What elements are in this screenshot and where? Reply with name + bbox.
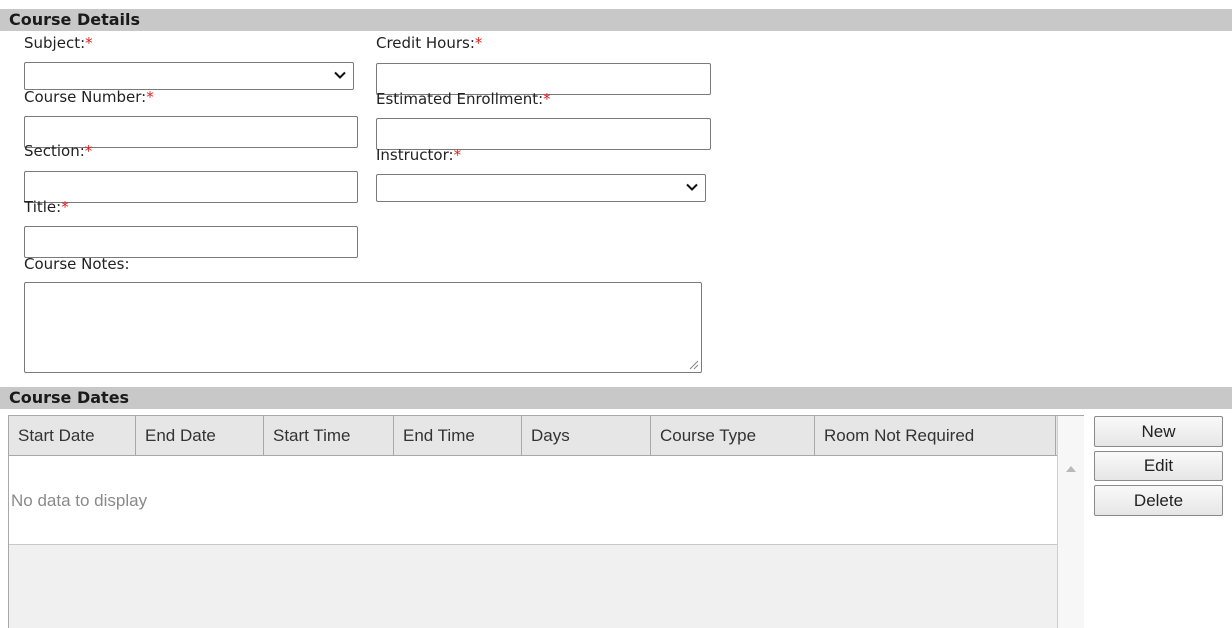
course-dates-grid: Start Date End Date Start Time End Time … [8,415,1084,628]
grid-body: No data to display [9,456,1057,545]
course-number-label-text: Course Number: [24,88,147,106]
column-header-start-date[interactable]: Start Date [9,416,136,455]
required-marker: * [85,34,93,52]
resize-grip-icon[interactable] [688,359,699,370]
column-header-room-not-required[interactable]: Room Not Required [815,416,1056,455]
estimated-enrollment-label: Estimated Enrollment:* [376,90,551,108]
course-notes-label-text: Course Notes: [24,255,130,273]
course-notes-label: Course Notes: [24,255,130,273]
title-input[interactable] [24,226,358,258]
instructor-label-text: Instructor: [376,146,454,164]
title-label-text: Title: [24,198,62,216]
scroll-up-arrow-icon[interactable] [1066,466,1076,472]
edit-button[interactable]: Edit [1094,451,1223,481]
credit-hours-label-text: Credit Hours: [376,34,475,52]
required-marker: * [146,88,154,106]
subject-label-text: Subject: [24,34,86,52]
required-marker: * [61,198,69,216]
empty-grid-message: No data to display [11,491,148,510]
subject-select[interactable] [24,62,354,90]
credit-hours-label: Credit Hours:* [376,34,482,52]
section-label-text: Section: [24,142,85,160]
course-dates-header: Course Dates [0,387,1232,409]
required-marker: * [543,90,551,108]
delete-button[interactable]: Delete [1094,485,1223,516]
course-notes-textarea[interactable] [24,282,702,373]
instructor-label: Instructor:* [376,146,461,164]
grid-header-row: Start Date End Date Start Time End Time … [9,416,1057,456]
section-input[interactable] [24,171,358,203]
column-header-course-type[interactable]: Course Type [651,416,815,455]
estimated-enrollment-label-text: Estimated Enrollment: [376,90,544,108]
title-label: Title:* [24,198,69,216]
course-details-header: Course Details [0,9,1232,31]
column-header-start-time[interactable]: Start Time [264,416,394,455]
chevron-down-icon [334,71,346,79]
subject-label: Subject:* [24,34,93,52]
section-label: Section:* [24,142,92,160]
column-header-end-date[interactable]: End Date [136,416,264,455]
required-marker: * [84,142,93,160]
column-header-days[interactable]: Days [522,416,651,455]
column-header-end-time[interactable]: End Time [394,416,522,455]
required-marker: * [453,146,462,164]
new-button[interactable]: New [1094,416,1223,447]
course-number-label: Course Number:* [24,88,154,106]
vertical-scrollbar[interactable] [1057,416,1084,628]
required-marker: * [474,34,483,52]
chevron-down-icon [686,183,698,191]
instructor-select[interactable] [376,174,706,202]
